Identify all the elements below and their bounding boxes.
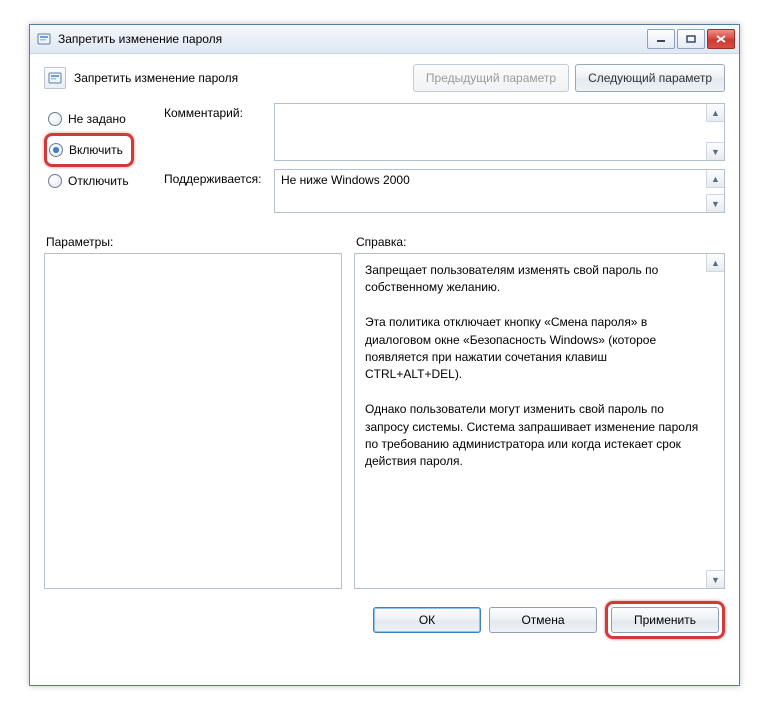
state-radio-group: Не задано Включить Отключить: [44, 103, 164, 221]
radio-disabled[interactable]: Отключить: [44, 169, 164, 193]
window-title: Запретить изменение пароля: [58, 32, 647, 46]
comment-value: [281, 107, 704, 157]
policy-editor-window: Запретить изменение пароля Запретить: [29, 24, 740, 686]
apply-button-label: Применить: [634, 613, 696, 627]
radio-not-configured[interactable]: Не задано: [44, 107, 164, 131]
supported-display: Не ниже Windows 2000 ▲ ▼: [274, 169, 725, 213]
scroll-up-icon[interactable]: ▲: [706, 104, 724, 122]
help-panel: Запрещает пользователям изменять свой па…: [354, 253, 725, 589]
comment-label: Комментарий:: [164, 103, 274, 161]
fields-column: Комментарий: ▲ ▼ Поддерживается: Не ниже…: [164, 103, 725, 221]
radio-enabled-label: Включить: [69, 143, 123, 157]
radio-disabled-label: Отключить: [68, 174, 129, 188]
scroll-up-icon[interactable]: ▲: [706, 254, 724, 272]
previous-parameter-button[interactable]: Предыдущий параметр: [413, 64, 569, 92]
next-parameter-label: Следующий параметр: [588, 71, 712, 85]
comment-row: Комментарий: ▲ ▼: [164, 103, 725, 161]
cancel-button-label: Отмена: [521, 613, 564, 627]
ok-button[interactable]: ОК: [373, 607, 481, 633]
titlebar: Запретить изменение пароля: [30, 25, 739, 54]
radio-dot-icon: [48, 174, 62, 188]
help-label: Справка:: [346, 235, 725, 249]
scroll-down-icon[interactable]: ▼: [706, 142, 724, 160]
config-area: Не задано Включить Отключить Комментарий…: [44, 103, 725, 221]
policy-icon: [44, 67, 66, 89]
next-parameter-button[interactable]: Следующий параметр: [575, 64, 725, 92]
minimize-button[interactable]: [647, 29, 675, 49]
ok-button-label: ОК: [419, 613, 435, 627]
dialog-button-row: ОК Отмена Применить: [44, 601, 725, 639]
radio-dot-icon: [49, 143, 63, 157]
close-button[interactable]: [707, 29, 735, 49]
radio-not-configured-label: Не задано: [68, 112, 126, 126]
parameters-label: Параметры:: [44, 235, 346, 249]
scroll-down-icon[interactable]: ▼: [706, 570, 724, 588]
cancel-button[interactable]: Отмена: [489, 607, 597, 633]
maximize-button[interactable]: [677, 29, 705, 49]
scroll-down-icon[interactable]: ▼: [706, 194, 724, 212]
help-text: Запрещает пользователям изменять свой па…: [365, 262, 702, 580]
parameters-panel: [44, 253, 342, 589]
apply-button-highlight: Применить: [605, 601, 725, 639]
supported-label: Поддерживается:: [164, 169, 274, 213]
lower-labels: Параметры: Справка:: [44, 235, 725, 249]
comment-input[interactable]: ▲ ▼: [274, 103, 725, 161]
supported-value: Не ниже Windows 2000: [281, 173, 704, 209]
scroll-up-icon[interactable]: ▲: [706, 170, 724, 188]
supported-row: Поддерживается: Не ниже Windows 2000 ▲ ▼: [164, 169, 725, 213]
panels: Запрещает пользователям изменять свой па…: [44, 253, 725, 589]
window-buttons: [647, 29, 735, 49]
radio-enabled[interactable]: Включить: [49, 138, 123, 162]
client-area: Запретить изменение пароля Предыдущий па…: [30, 53, 739, 685]
policy-title: Запретить изменение пароля: [74, 71, 407, 85]
radio-dot-icon: [48, 112, 62, 126]
previous-parameter-label: Предыдущий параметр: [426, 71, 556, 85]
apply-button[interactable]: Применить: [611, 607, 719, 633]
radio-enabled-highlight: Включить: [44, 133, 134, 167]
header-row: Запретить изменение пароля Предыдущий па…: [44, 63, 725, 93]
app-icon: [36, 31, 52, 47]
